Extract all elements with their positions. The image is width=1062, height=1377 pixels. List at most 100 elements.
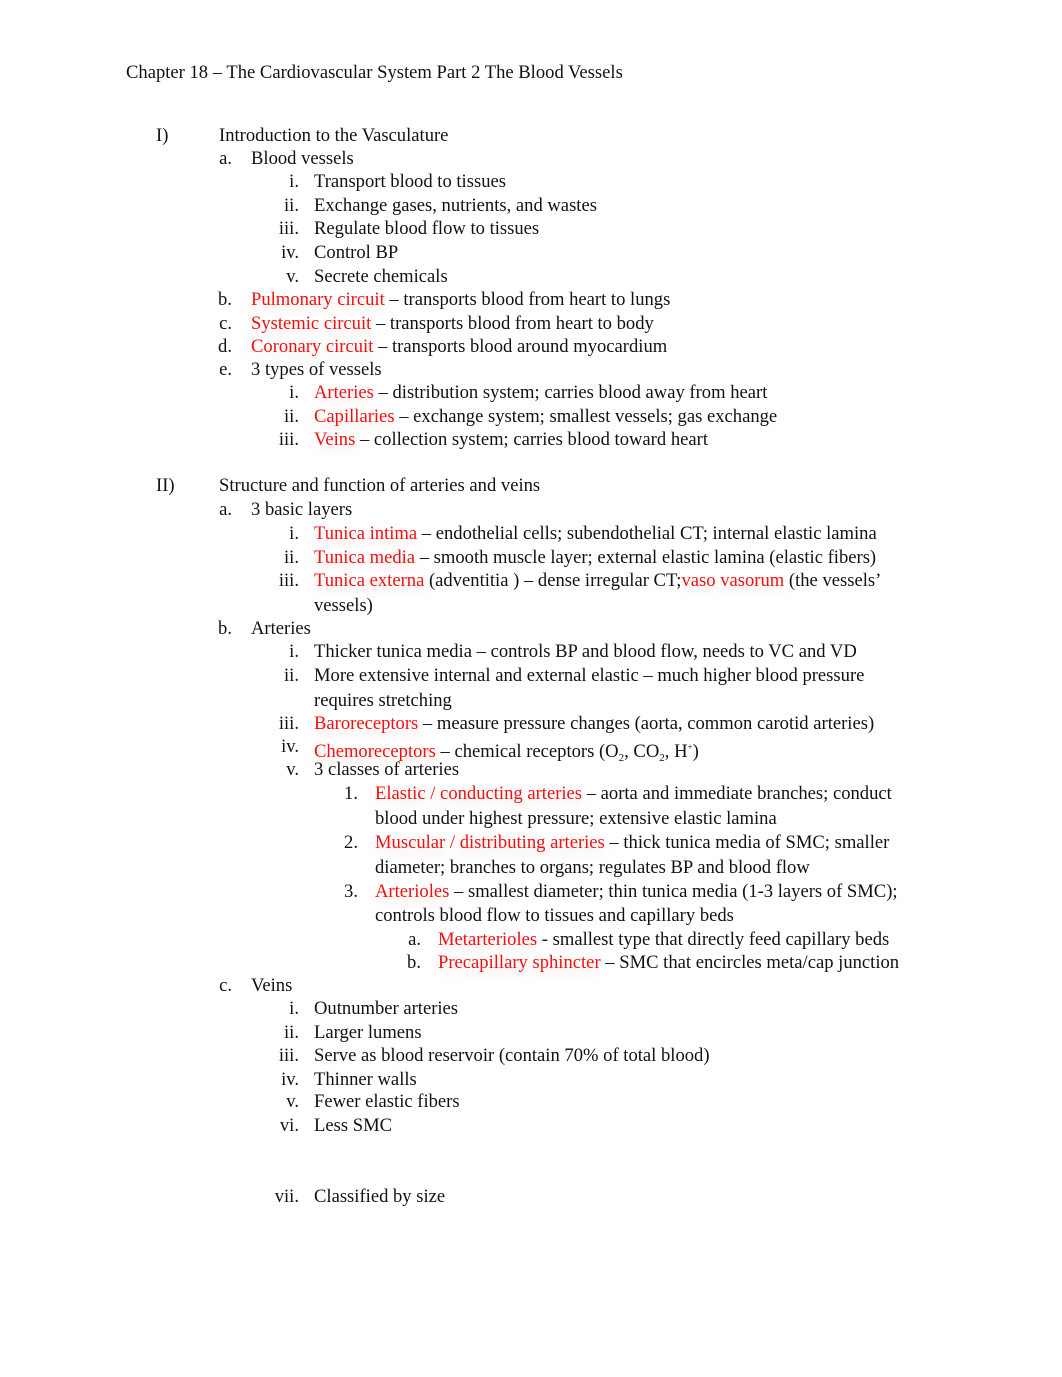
- list-marker: i.: [289, 641, 299, 662]
- item-text: – exchange system; smallest vessels; gas…: [394, 406, 778, 427]
- section-marker: I): [156, 125, 169, 146]
- item-text: Larger lumens: [314, 1022, 422, 1043]
- item-text: – transports blood around myocardium: [373, 336, 668, 357]
- list-marker: c.: [219, 975, 232, 996]
- list-marker: b.: [218, 618, 232, 639]
- item-text: Blood vessels: [251, 148, 354, 169]
- list-item: Pulmonary circuit – transports blood fro…: [251, 289, 670, 311]
- list-item: 3 types of vessels: [251, 359, 382, 381]
- list-marker: b.: [218, 289, 232, 310]
- item-text: (the vessels’: [784, 570, 882, 591]
- item-text: Secrete chemicals: [314, 266, 448, 287]
- document-page: Chapter 18 – The Cardiovascular System P…: [0, 0, 1062, 1377]
- list-marker: 2.: [344, 832, 358, 853]
- list-item: Capillaries – exchange system; smallest …: [314, 406, 777, 428]
- item-text: Fewer elastic fibers: [314, 1091, 460, 1112]
- item-text: – SMC that encircles meta/cap junction: [600, 952, 900, 973]
- item-text: – smooth muscle layer; external elastic …: [415, 547, 877, 568]
- key-term: Arterioles: [375, 881, 450, 902]
- list-item: Less SMC: [314, 1115, 392, 1137]
- key-term: Tunica media: [314, 547, 416, 568]
- list-item: Metarterioles - smallest type that direc…: [438, 929, 889, 951]
- key-term: Precapillary sphincter: [438, 952, 601, 973]
- list-item: Tunica intima – endothelial cells; suben…: [314, 523, 877, 545]
- list-marker: vii.: [274, 1186, 299, 1207]
- list-item: Control BP: [314, 242, 398, 264]
- list-marker: 1.: [344, 783, 358, 804]
- list-marker: v.: [286, 759, 299, 780]
- list-item: Arterioles – smallest diameter; thin tun…: [375, 881, 898, 903]
- item-text: Thicker tunica media – controls BP and b…: [314, 641, 857, 662]
- list-item-continuation: blood under highest pressure; extensive …: [375, 808, 777, 829]
- item-text: Thinner walls: [314, 1069, 417, 1090]
- list-item-continuation: diameter; branches to organs; regulates …: [375, 857, 810, 878]
- list-item: Blood vessels: [251, 148, 354, 170]
- list-marker: iii.: [278, 570, 299, 591]
- item-text: Exchange gases, nutrients, and wastes: [314, 195, 597, 216]
- list-item: Larger lumens: [314, 1022, 422, 1044]
- key-term: Capillaries: [314, 406, 395, 427]
- item-text: – aorta and immediate branches; conduct: [582, 783, 892, 804]
- list-marker: iii.: [278, 713, 299, 734]
- list-item: Classified by size: [314, 1186, 445, 1208]
- list-item-continuation: requires stretching: [314, 690, 452, 711]
- list-item-continuation: vessels): [314, 595, 373, 616]
- list-marker: iii.: [278, 1045, 299, 1066]
- list-marker: iii.: [278, 429, 299, 450]
- item-text: Transport blood to tissues: [314, 171, 506, 192]
- list-marker: ii.: [284, 1022, 299, 1043]
- list-item: 3 classes of arteries: [314, 759, 459, 781]
- key-term: Systemic circuit: [251, 313, 372, 334]
- item-text: – transports blood from heart to lungs: [384, 289, 671, 310]
- list-item: Coronary circuit – transports blood arou…: [251, 336, 667, 358]
- item-text: – transports blood from heart to body: [371, 313, 654, 334]
- list-item: Exchange gases, nutrients, and wastes: [314, 195, 597, 217]
- key-term: Metarterioles: [438, 929, 538, 950]
- item-text: (adventitia ) – dense irregular CT;: [424, 570, 682, 591]
- list-marker: 3.: [344, 881, 358, 902]
- item-text: – smallest diameter; thin tunica media (…: [449, 881, 898, 902]
- item-text: More extensive internal and external ela…: [314, 665, 865, 686]
- list-item: Tunica externa (adventitia ) – dense irr…: [314, 570, 881, 592]
- item-text: – thick tunica media of SMC; smaller: [604, 832, 890, 853]
- key-term: Veins: [314, 429, 356, 450]
- item-text: Classified by size: [314, 1186, 446, 1207]
- list-marker: e.: [219, 359, 232, 380]
- list-marker: iv.: [281, 242, 299, 263]
- item-text: Veins: [251, 975, 293, 996]
- item-text: , CO: [624, 741, 660, 762]
- list-item: More extensive internal and external ela…: [314, 665, 864, 687]
- list-marker: d.: [218, 336, 232, 357]
- item-text: – chemical receptors (O: [435, 741, 619, 762]
- key-term: Coronary circuit: [251, 336, 374, 357]
- item-text: Arteries: [251, 618, 311, 639]
- list-marker: ii.: [284, 547, 299, 568]
- section-heading: Structure and function of arteries and v…: [219, 475, 541, 496]
- key-term: Arteries: [314, 382, 374, 403]
- list-marker: i.: [289, 382, 299, 403]
- list-marker: iv.: [281, 1069, 299, 1090]
- item-text: Less SMC: [314, 1115, 393, 1136]
- list-marker: i.: [289, 171, 299, 192]
- list-item: Baroreceptors – measure pressure changes…: [314, 713, 874, 735]
- list-marker: b.: [407, 952, 421, 973]
- item-text: – measure pressure changes (aorta, commo…: [418, 713, 875, 734]
- item-text: Control BP: [314, 242, 399, 263]
- section-marker: II): [156, 475, 175, 496]
- list-marker: iv.: [281, 736, 299, 757]
- list-marker: ii.: [284, 195, 299, 216]
- list-item: Thicker tunica media – controls BP and b…: [314, 641, 857, 663]
- list-item: 3 basic layers: [251, 499, 352, 521]
- item-text: , H: [664, 741, 688, 762]
- list-item: Thinner walls: [314, 1069, 417, 1091]
- list-item: Arteries – distribution system; carries …: [314, 382, 767, 404]
- list-marker: a.: [219, 499, 232, 520]
- list-item: Precapillary sphincter – SMC that encirc…: [438, 952, 899, 974]
- list-marker: v.: [286, 1091, 299, 1112]
- list-item: Elastic / conducting arteries – aorta an…: [375, 783, 892, 805]
- item-text: – distribution system; carries blood awa…: [373, 382, 768, 403]
- list-marker: i.: [289, 523, 299, 544]
- key-term: Tunica externa: [314, 570, 425, 591]
- key-term: Baroreceptors: [314, 713, 419, 734]
- item-text: – endothelial cells; subendothelial CT; …: [417, 523, 877, 544]
